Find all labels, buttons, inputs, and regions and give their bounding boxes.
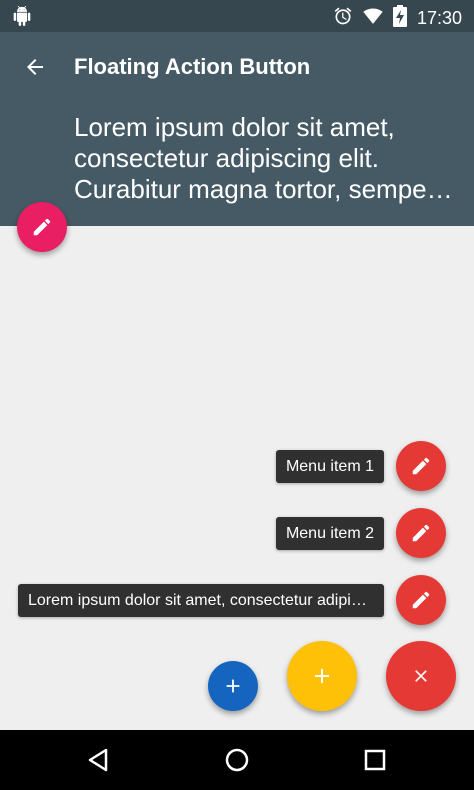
back-button[interactable]	[18, 52, 52, 82]
menu-item-1-fab[interactable]	[396, 441, 446, 491]
alarm-icon	[333, 6, 353, 31]
menu-item-label[interactable]: Lorem ipsum dolor sit amet, consectetur …	[18, 583, 384, 617]
menu-item-label[interactable]: Menu item 2	[275, 516, 384, 550]
arrow-back-icon	[27, 59, 43, 75]
status-bar: 17:30	[0, 0, 474, 32]
header-description-line: Curabitur magna tortor, semper ut	[74, 174, 460, 204]
battery-charging-icon	[392, 5, 407, 32]
header-edit-fab[interactable]	[17, 202, 67, 252]
header-description: Lorem ipsum dolor sit amet, consectetur …	[74, 112, 460, 205]
nav-recents-button[interactable]	[359, 744, 391, 776]
header-description-line: consectetur adipiscing elit.	[74, 143, 379, 173]
add-fab[interactable]	[287, 641, 357, 711]
add-small-fab[interactable]	[208, 661, 258, 711]
android-icon	[12, 6, 32, 31]
menu-item-3-fab[interactable]	[396, 575, 446, 625]
nav-home-button[interactable]	[221, 744, 253, 776]
page-title: Floating Action Button	[74, 54, 311, 79]
header-description-line: Lorem ipsum dolor sit amet,	[74, 112, 395, 142]
nav-back-button[interactable]	[82, 744, 114, 776]
plus-icon	[315, 669, 329, 683]
home-circle-icon	[225, 748, 249, 772]
app-bar: Floating Action Button Lorem ipsum dolor…	[0, 32, 474, 226]
menu-item-2-fab[interactable]	[396, 508, 446, 558]
wifi-icon	[363, 6, 383, 31]
pencil-icon	[33, 218, 51, 236]
menu-item-3[interactable]: Lorem ipsum dolor sit amet, consectetur …	[18, 575, 446, 625]
menu-item-label[interactable]: Menu item 1	[275, 449, 384, 483]
pencil-icon	[412, 591, 430, 609]
pencil-icon	[412, 457, 430, 475]
menu-item-2[interactable]: Menu item 2	[275, 508, 446, 558]
close-icon	[415, 670, 427, 682]
plus-icon	[226, 679, 240, 693]
close-menu-fab[interactable]	[386, 641, 456, 711]
navigation-bar	[0, 730, 474, 790]
menu-item-1[interactable]: Menu item 1	[275, 441, 446, 491]
recents-square-icon	[364, 749, 386, 771]
status-time: 17:30	[416, 8, 462, 28]
pencil-icon	[412, 524, 430, 542]
back-triangle-icon	[88, 748, 108, 772]
